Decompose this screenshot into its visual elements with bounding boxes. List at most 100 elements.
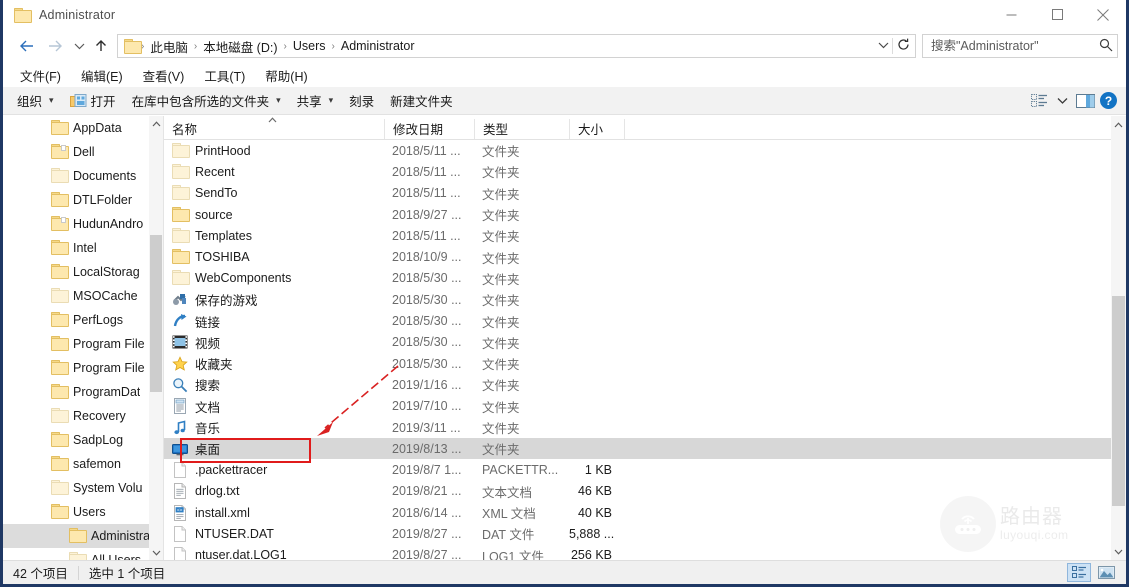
include-in-library-button[interactable]: 在库中包含所选的文件夹 ▾ xyxy=(124,88,289,113)
sidebar-item-perflogs[interactable]: PerfLogs xyxy=(3,308,149,332)
menu-help[interactable]: 帮助(H) xyxy=(256,64,316,87)
table-row[interactable]: NTUSER.DAT2019/8/27 ...DAT 文件5,888 ... xyxy=(164,523,1111,544)
file-name-cell[interactable]: 链接 xyxy=(164,312,384,331)
file-name-cell[interactable]: Recent xyxy=(164,164,384,180)
file-name-cell[interactable]: 保存的游戏 xyxy=(164,290,384,309)
sidebar-item-msocache[interactable]: MSOCache xyxy=(3,284,149,308)
table-row[interactable]: 链接2018/5/30 ...文件夹 xyxy=(164,310,1111,331)
sidebar-item-all-users[interactable]: All Users xyxy=(3,548,149,560)
table-row[interactable]: SendTo2018/5/11 ...文件夹 xyxy=(164,183,1111,204)
up-button[interactable] xyxy=(89,32,113,60)
file-name-cell[interactable]: ntuser.dat.LOG1 xyxy=(164,547,384,560)
change-view-icon[interactable] xyxy=(1027,91,1051,111)
share-button[interactable]: 共享 ▾ xyxy=(289,88,342,113)
address-bar[interactable]: › 此电脑 › 本地磁盘 (D:) › Users › Administrato… xyxy=(117,34,916,58)
file-name-cell[interactable]: .packettracer xyxy=(164,462,384,478)
sidebar-item-users[interactable]: Users xyxy=(3,500,149,524)
menu-tools[interactable]: 工具(T) xyxy=(195,64,254,87)
table-row[interactable]: source2018/9/27 ...文件夹 xyxy=(164,204,1111,225)
menu-view[interactable]: 查看(V) xyxy=(134,64,194,87)
file-name-cell[interactable]: 桌面 xyxy=(164,439,384,458)
refresh-icon[interactable] xyxy=(893,38,913,54)
breadcrumb-item-1[interactable]: 本地磁盘 (D:) xyxy=(198,37,282,56)
table-row[interactable]: drlog.txt2019/8/21 ...文本文档46 KB xyxy=(164,481,1111,502)
help-button[interactable]: ? xyxy=(1100,92,1117,109)
column-header-name[interactable]: 名称 xyxy=(164,119,384,139)
file-name-cell[interactable]: NTUSER.DAT xyxy=(164,526,384,542)
open-button[interactable]: 打开 xyxy=(62,88,124,113)
burn-button[interactable]: 刻录 xyxy=(341,88,382,113)
scroll-up-icon[interactable] xyxy=(1111,116,1126,133)
menu-edit[interactable]: 编辑(E) xyxy=(72,64,132,87)
file-name-cell[interactable]: WebComponents xyxy=(164,270,384,286)
column-header-type[interactable]: 类型 xyxy=(474,119,569,139)
details-view-button[interactable] xyxy=(1067,563,1091,582)
maximize-button[interactable] xyxy=(1034,0,1080,29)
breadcrumb-item-3[interactable]: Administrator xyxy=(336,39,420,53)
table-row[interactable]: 搜索2019/1/16 ...文件夹 xyxy=(164,374,1111,395)
navigation-pane-scrollbar[interactable] xyxy=(149,116,163,560)
table-row[interactable]: 保存的游戏2018/5/30 ...文件夹 xyxy=(164,289,1111,310)
table-row[interactable]: 音乐2019/3/11 ...文件夹 xyxy=(164,417,1111,438)
table-row[interactable]: <>install.xml2018/6/14 ...XML 文档40 KB xyxy=(164,502,1111,523)
breadcrumb-item-0[interactable]: 此电脑 xyxy=(145,37,193,56)
sidebar-item-appdata[interactable]: AppData xyxy=(3,116,149,140)
organize-button[interactable]: 组织 ▾ xyxy=(9,88,62,113)
sidebar-item-localstorag[interactable]: LocalStorag xyxy=(3,260,149,284)
new-folder-button[interactable]: 新建文件夹 xyxy=(382,88,461,113)
sidebar-item-system-volu[interactable]: System Volu xyxy=(3,476,149,500)
search-input[interactable] xyxy=(931,39,1099,53)
close-button[interactable] xyxy=(1080,0,1126,29)
preview-pane-icon[interactable] xyxy=(1073,91,1097,111)
file-name-cell[interactable]: 视频 xyxy=(164,333,384,352)
column-header-size[interactable]: 大小 xyxy=(569,119,624,139)
sidebar-item-documents[interactable]: Documents xyxy=(3,164,149,188)
file-name-cell[interactable]: 音乐 xyxy=(164,418,384,437)
table-row[interactable]: PrintHood2018/5/11 ...文件夹 xyxy=(164,140,1111,161)
table-row[interactable]: Templates2018/5/11 ...文件夹 xyxy=(164,225,1111,246)
table-row[interactable]: 文档2019/7/10 ...文件夹 xyxy=(164,396,1111,417)
sidebar-item-administra[interactable]: Administra xyxy=(3,524,149,548)
sidebar-item-program-file[interactable]: Program File xyxy=(3,332,149,356)
forward-button[interactable] xyxy=(41,32,69,60)
large-icons-view-button[interactable] xyxy=(1094,563,1118,582)
sidebar-item-safemon[interactable]: safemon xyxy=(3,452,149,476)
table-row[interactable]: TOSHIBA2018/10/9 ...文件夹 xyxy=(164,246,1111,267)
file-name-cell[interactable]: 搜索 xyxy=(164,375,384,394)
file-name-cell[interactable]: SendTo xyxy=(164,185,384,201)
table-row[interactable]: WebComponents2018/5/30 ...文件夹 xyxy=(164,268,1111,289)
sidebar-item-dell[interactable]: Dell xyxy=(3,140,149,164)
scroll-down-icon[interactable] xyxy=(149,545,163,560)
table-row[interactable]: Recent2018/5/11 ...文件夹 xyxy=(164,161,1111,182)
sidebar-item-hudunandro[interactable]: HudunAndro xyxy=(3,212,149,236)
breadcrumb-item-2[interactable]: Users xyxy=(288,39,331,53)
file-list-scrollbar[interactable] xyxy=(1111,116,1126,560)
scroll-up-icon[interactable] xyxy=(149,116,163,131)
scrollbar-thumb[interactable] xyxy=(150,235,162,392)
file-name-cell[interactable]: 文档 xyxy=(164,397,384,416)
sidebar-item-program-file[interactable]: Program File xyxy=(3,356,149,380)
search-icon[interactable] xyxy=(1099,38,1113,55)
table-row[interactable]: .packettracer2019/8/7 1...PACKETTR...1 K… xyxy=(164,459,1111,480)
sidebar-item-programdat[interactable]: ProgramDat xyxy=(3,380,149,404)
chevron-down-icon[interactable] xyxy=(1054,91,1070,111)
sidebar-item-sadplog[interactable]: SadpLog xyxy=(3,428,149,452)
file-name-cell[interactable]: drlog.txt xyxy=(164,483,384,499)
minimize-button[interactable] xyxy=(988,0,1034,29)
file-name-cell[interactable]: source xyxy=(164,207,384,223)
file-name-cell[interactable]: <>install.xml xyxy=(164,505,384,521)
back-button[interactable] xyxy=(13,32,41,60)
menu-file[interactable]: 文件(F) xyxy=(11,64,70,87)
recent-locations-button[interactable] xyxy=(69,32,89,60)
sidebar-item-recovery[interactable]: Recovery xyxy=(3,404,149,428)
table-row[interactable]: 收藏夹2018/5/30 ...文件夹 xyxy=(164,353,1111,374)
file-name-cell[interactable]: TOSHIBA xyxy=(164,249,384,265)
column-header-date[interactable]: 修改日期 xyxy=(384,119,474,139)
file-name-cell[interactable]: 收藏夹 xyxy=(164,354,384,373)
sidebar-item-intel[interactable]: Intel xyxy=(3,236,149,260)
table-row[interactable]: ntuser.dat.LOG12019/8/27 ...LOG1 文件256 K… xyxy=(164,545,1111,560)
scrollbar-thumb[interactable] xyxy=(1112,296,1125,506)
scroll-down-icon[interactable] xyxy=(1111,543,1126,560)
chevron-down-icon[interactable] xyxy=(874,41,892,52)
table-row[interactable]: 视频2018/5/30 ...文件夹 xyxy=(164,332,1111,353)
